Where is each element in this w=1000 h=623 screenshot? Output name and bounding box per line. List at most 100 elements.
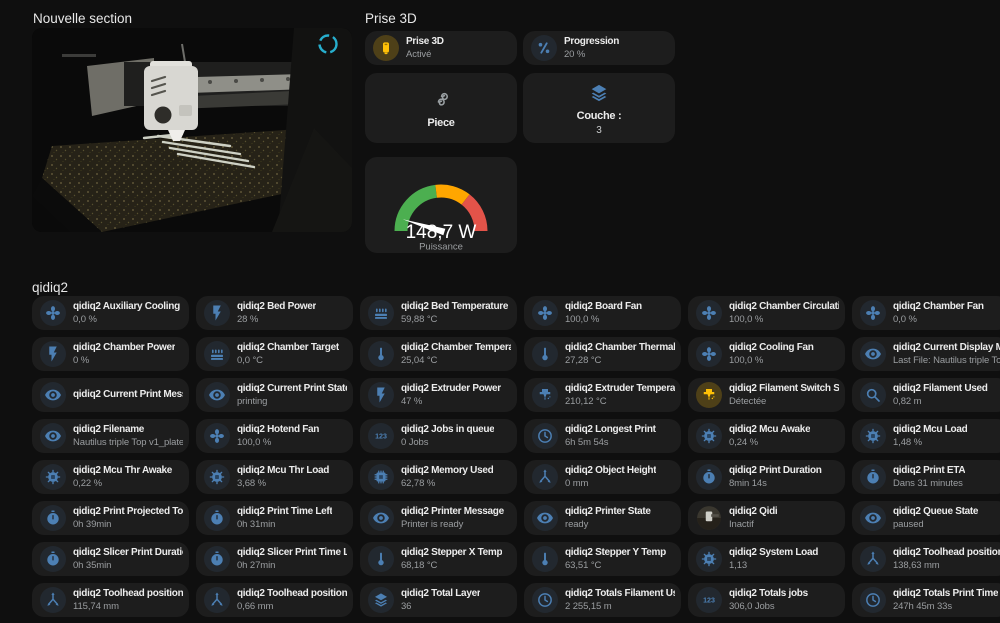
tile-state: 20 %	[564, 49, 619, 61]
tile-state: Inactif	[729, 519, 777, 531]
axis-icon	[40, 587, 66, 613]
numeric-icon: 123	[696, 587, 722, 613]
chip-icon	[40, 464, 66, 490]
tile-text: Progression20 %	[564, 35, 619, 61]
tile-state: 0 Jobs	[401, 437, 494, 449]
tile-qidiq2-mcu-load[interactable]: qidiq2 Mcu Load1,48 %	[852, 419, 1000, 453]
tile-state: 247h 45m 33s	[893, 601, 998, 613]
chip-icon	[204, 464, 230, 490]
tile-qidiq2-object-height[interactable]: qidiq2 Object Height0 mm	[524, 460, 681, 494]
tile-qidiq2-filename[interactable]: qidiq2 FilenameNautilus triple Top v1_pl…	[32, 419, 189, 453]
tile-qidiq2-current-print-state[interactable]: qidiq2 Current Print Stateprinting	[196, 378, 353, 412]
tile-qidiq2-chamber-thermal-pr[interactable]: qidiq2 Chamber Thermal Pr...27,28 °C	[524, 337, 681, 371]
prise3d-grid: Prise 3DActivé Progression20 % PieceCouche…	[365, 31, 675, 143]
tile-qidiq2-qidi[interactable]: qidiq2 QidiInactif	[688, 501, 845, 535]
layers-icon	[368, 587, 394, 613]
tile-qidiq2-extruder-power[interactable]: qidiq2 Extruder Power47 %	[360, 378, 517, 412]
tile-label: Progression	[564, 35, 619, 49]
tile-qidiq2-extruder-temperature[interactable]: qidiq2 Extruder Temperature210,12 °C	[524, 378, 681, 412]
tile-label: qidiq2 Chamber Circulation ...	[729, 300, 839, 314]
tile-label: qidiq2 Auxiliary Cooling Fan	[73, 300, 183, 314]
tile-state: 47 %	[401, 396, 501, 408]
tile-text: qidiq2 Filament Used0,82 m	[893, 382, 988, 408]
tile-qidiq2-chamber-temperature[interactable]: qidiq2 Chamber Temperature25,04 °C	[360, 337, 517, 371]
sensor-grid: qidiq2 Auxiliary Cooling Fan0,0 %qidiq2 …	[32, 296, 1000, 617]
numeric-icon: 123	[368, 423, 394, 449]
bed-icon	[204, 341, 230, 367]
tile-text: qidiq2 Stepper X Temp68,18 °C	[401, 546, 502, 572]
tile-qidiq2-chamber-fan[interactable]: qidiq2 Chamber Fan0,0 %	[852, 296, 1000, 330]
tile-state: 27,28 °C	[565, 355, 675, 367]
power-gauge-card[interactable]: 148,7 W Puissance	[365, 157, 517, 253]
fan-icon	[860, 300, 886, 326]
tile-qidiq2-printer-message[interactable]: qidiq2 Printer MessagePrinter is ready	[360, 501, 517, 535]
tile-qidiq2-print-projected-total[interactable]: qidiq2 Print Projected Total ...0h 39min	[32, 501, 189, 535]
tile-couche[interactable]: Couche :3	[523, 73, 675, 143]
tile-text: qidiq2 Object Height0 mm	[565, 464, 656, 490]
tile-label: qidiq2 Chamber Target	[237, 341, 339, 355]
tile-qidiq2-auxiliary-cooling-fan[interactable]: qidiq2 Auxiliary Cooling Fan0,0 %	[32, 296, 189, 330]
tile-qidiq2-mcu-thr-awake[interactable]: qidiq2 Mcu Thr Awake0,22 %	[32, 460, 189, 494]
tile-text: qidiq2 Filament Switch Sen...Détectée	[729, 382, 839, 408]
tile-prise-3d[interactable]: Prise 3DActivé	[365, 31, 517, 65]
tile-qidiq2-print-eta[interactable]: qidiq2 Print ETADans 31 minutes	[852, 460, 1000, 494]
tile-qidiq2-bed-temperature[interactable]: qidiq2 Bed Temperature59,88 °C	[360, 296, 517, 330]
tile-qidiq2-cooling-fan[interactable]: qidiq2 Cooling Fan100,0 %	[688, 337, 845, 371]
tile-qidiq2-totals-print-time[interactable]: qidiq2 Totals Print Time247h 45m 33s	[852, 583, 1000, 617]
tile-qidiq2-mcu-thr-load[interactable]: qidiq2 Mcu Thr Load3,68 %	[196, 460, 353, 494]
tile-text: qidiq2 Jobs in queue0 Jobs	[401, 423, 494, 449]
tile-qidiq2-jobs-in-queue[interactable]: 123 qidiq2 Jobs in queue0 Jobs	[360, 419, 517, 453]
tile-qidiq2-print-duration[interactable]: qidiq2 Print Duration8min 14s	[688, 460, 845, 494]
tile-text: qidiq2 Totals jobs306,0 Jobs	[729, 587, 808, 613]
tile-state: Nautilus triple Top v1_plate_2.g...	[73, 437, 183, 449]
camera-card[interactable]	[32, 28, 352, 232]
tile-state: 63,51 °C	[565, 560, 666, 572]
tile-qidiq2-board-fan[interactable]: qidiq2 Board Fan100,0 %	[524, 296, 681, 330]
tile-qidiq2-filament-used[interactable]: qidiq2 Filament Used0,82 m	[852, 378, 1000, 412]
tile-qidiq2-total-layer[interactable]: qidiq2 Total Layer36	[360, 583, 517, 617]
tile-qidiq2-system-load[interactable]: qidiq2 System Load1,13	[688, 542, 845, 576]
tile-label: Prise 3D	[406, 35, 444, 49]
tile-qidiq2-printer-state[interactable]: qidiq2 Printer Stateready	[524, 501, 681, 535]
tile-qidiq2-print-time-left[interactable]: qidiq2 Print Time Left0h 31min	[196, 501, 353, 535]
tile-piece[interactable]: Piece	[365, 73, 517, 143]
tile-qidiq2-queue-state[interactable]: qidiq2 Queue Statepaused	[852, 501, 1000, 535]
chip-icon	[860, 423, 886, 449]
tile-qidiq2-totals-filament-used[interactable]: qidiq2 Totals Filament Used2 255,15 m	[524, 583, 681, 617]
tile-qidiq2-chamber-circulation[interactable]: qidiq2 Chamber Circulation ...100,0 %	[688, 296, 845, 330]
tile-state: 100,0 %	[237, 437, 319, 449]
tile-qidiq2-slicer-print-duration[interactable]: qidiq2 Slicer Print Duration ...0h 35min	[32, 542, 189, 576]
tile-qidiq2-chamber-target[interactable]: qidiq2 Chamber Target0,0 °C	[196, 337, 353, 371]
tile-qidiq2-toolhead-position-z[interactable]: qidiq2 Toolhead position Z0,66 mm	[196, 583, 353, 617]
tile-state: 0,82 m	[893, 396, 988, 408]
tile-qidiq2-current-display-mes[interactable]: qidiq2 Current Display Mes...Last File: …	[852, 337, 1000, 371]
tile-label: qidiq2 Print ETA	[893, 464, 965, 478]
tile-label: qidiq2 Printer State	[565, 505, 651, 519]
flash-icon	[40, 341, 66, 367]
tile-qidiq2-hotend-fan[interactable]: qidiq2 Hotend Fan100,0 %	[196, 419, 353, 453]
tile-text: qidiq2 Printer MessagePrinter is ready	[401, 505, 504, 531]
tile-label: qidiq2 Qidi	[729, 505, 777, 519]
tile-qidiq2-toolhead-position-x[interactable]: qidiq2 Toolhead position X138,63 mm	[852, 542, 1000, 576]
tile-state: 0,66 mm	[237, 601, 347, 613]
tile-qidiq2-slicer-print-time-left[interactable]: qidiq2 Slicer Print Time Left...0h 27min	[196, 542, 353, 576]
tile-qidiq2-stepper-x-temp[interactable]: qidiq2 Stepper X Temp68,18 °C	[360, 542, 517, 576]
tile-text: qidiq2 Queue Statepaused	[893, 505, 978, 531]
tile-qidiq2-totals-jobs[interactable]: 123 qidiq2 Totals jobs306,0 Jobs	[688, 583, 845, 617]
tile-qidiq2-filament-switch-sen[interactable]: qidiq2 Filament Switch Sen...Détectée	[688, 378, 845, 412]
tile-progression[interactable]: Progression20 %	[523, 31, 675, 65]
tile-text: qidiq2 System Load1,13	[729, 546, 818, 572]
tile-qidiq2-current-print-message[interactable]: qidiq2 Current Print Message	[32, 378, 189, 412]
tile-qidiq2-bed-power[interactable]: qidiq2 Bed Power28 %	[196, 296, 353, 330]
tile-qidiq2-chamber-power[interactable]: qidiq2 Chamber Power0 %	[32, 337, 189, 371]
tile-state: 25,04 °C	[401, 355, 511, 367]
tile-state: 306,0 Jobs	[729, 601, 808, 613]
tile-label: qidiq2 Toolhead position X	[893, 546, 1000, 560]
tile-qidiq2-toolhead-position-y[interactable]: qidiq2 Toolhead position Y115,74 mm	[32, 583, 189, 617]
tile-qidiq2-memory-used[interactable]: qidiq2 Memory Used62,78 %	[360, 460, 517, 494]
tile-text: qidiq2 Toolhead position Y115,74 mm	[73, 587, 183, 613]
tile-label: qidiq2 Toolhead position Z	[237, 587, 347, 601]
tile-qidiq2-stepper-y-temp[interactable]: qidiq2 Stepper Y Temp63,51 °C	[524, 542, 681, 576]
tile-qidiq2-longest-print[interactable]: qidiq2 Longest Print6h 5m 54s	[524, 419, 681, 453]
tile-qidiq2-mcu-awake[interactable]: qidiq2 Mcu Awake0,24 %	[688, 419, 845, 453]
